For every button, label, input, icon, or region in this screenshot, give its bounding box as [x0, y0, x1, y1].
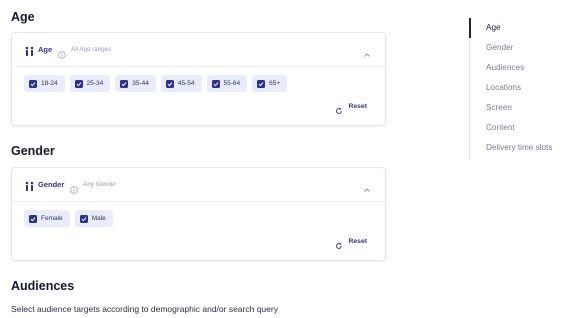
checkbox-checked-icon [211, 79, 220, 88]
reset-label: Reset [348, 102, 367, 110]
checkbox-checked-icon [29, 79, 37, 88]
toc-item-content[interactable]: Content [486, 123, 515, 132]
gender-filter-card: Gender Any Gender Female Male Reset [11, 167, 386, 261]
toc-item-gender[interactable]: Gender [486, 43, 513, 52]
gender-chip-label: Female [41, 215, 63, 222]
age-chip-65-plus[interactable]: 65+ [252, 75, 288, 92]
age-chip-label: 65+ [269, 80, 281, 87]
people-icon [24, 179, 35, 191]
age-card-header[interactable]: Age All Age ranges [12, 33, 385, 67]
age-chip-label: 35-44 [132, 80, 149, 87]
chevron-up-icon[interactable] [363, 181, 371, 192]
toc-item-delivery-time-slots[interactable]: Delivery time slots [486, 143, 552, 152]
gender-reset-button[interactable]: Reset [335, 237, 367, 249]
refresh-icon [335, 237, 343, 249]
age-chip-18-24[interactable]: 18-24 [24, 75, 65, 92]
checkbox-checked-icon [257, 79, 266, 88]
audiences-description: Select audience targets according to dem… [11, 304, 278, 314]
checkbox-checked-icon [74, 79, 83, 88]
toc-item-audiences[interactable]: Audiences [486, 63, 524, 72]
age-card-summary: All Age ranges [71, 46, 112, 53]
age-chip-45-54[interactable]: 45-54 [160, 75, 202, 92]
checkbox-checked-icon [79, 214, 88, 223]
gender-chip-label: Male [91, 215, 106, 222]
gender-card-summary: Any Gender [83, 181, 117, 188]
gender-chip-female[interactable]: Female [24, 210, 70, 227]
age-chip-label: 45-54 [177, 80, 195, 87]
chevron-up-icon[interactable] [363, 46, 371, 57]
refresh-icon [335, 102, 343, 114]
toc-active-indicator [469, 18, 471, 38]
age-chip-label: 18-24 [41, 80, 58, 87]
info-icon[interactable] [58, 46, 66, 59]
age-chip-25-34[interactable]: 25-34 [69, 75, 111, 92]
gender-chip-male[interactable]: Male [74, 210, 113, 227]
age-chip-35-44[interactable]: 35-44 [115, 75, 156, 92]
gender-card-header[interactable]: Gender Any Gender [12, 168, 385, 202]
toc-item-age[interactable]: Age [486, 23, 501, 32]
info-icon[interactable] [70, 181, 78, 194]
gender-options: Female Male [24, 210, 113, 227]
age-filter-card: Age All Age ranges 18-24 25-34 35-44 45-… [11, 32, 386, 126]
section-title-gender: Gender [11, 144, 55, 158]
people-icon [24, 44, 35, 56]
age-chip-label: 25-34 [86, 80, 104, 87]
toc-item-screen[interactable]: Screen [486, 103, 512, 112]
checkbox-checked-icon [165, 79, 174, 88]
checkbox-checked-icon [29, 214, 37, 223]
toc-track [469, 18, 470, 160]
checkbox-checked-icon [120, 79, 129, 88]
section-title-audiences: Audiences [11, 279, 75, 293]
gender-card-label: Gender [38, 180, 65, 189]
reset-label: Reset [348, 237, 367, 245]
age-card-label: Age [38, 45, 53, 54]
age-chip-55-64[interactable]: 55-64 [206, 75, 248, 92]
age-options: 18-24 25-34 35-44 45-54 55-64 65+ [24, 75, 288, 92]
section-title-age: Age [11, 10, 35, 24]
toc-item-locations[interactable]: Locations [486, 83, 521, 92]
age-reset-button[interactable]: Reset [335, 102, 367, 114]
age-chip-label: 55-64 [223, 80, 241, 87]
